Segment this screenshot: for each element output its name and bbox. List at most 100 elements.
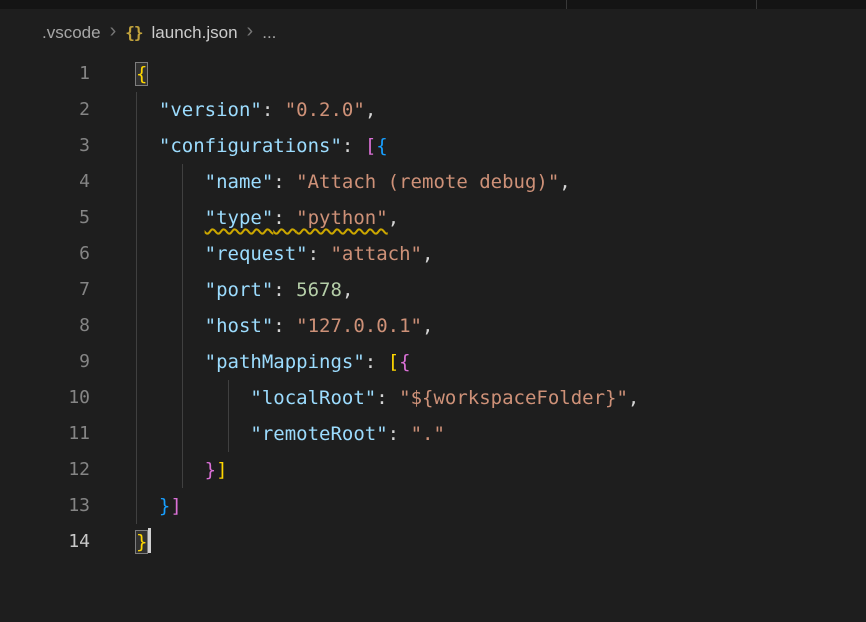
code-token <box>136 135 159 157</box>
code-token: "host" <box>205 315 274 337</box>
chevron-right-icon: › <box>247 21 254 44</box>
code-token: : <box>262 99 285 121</box>
code-token: , <box>388 207 399 229</box>
code-token: : <box>308 243 331 265</box>
chevron-right-icon: › <box>110 21 117 44</box>
code-token: "attach" <box>330 243 422 265</box>
code-editor[interactable]: 1{2 "version": "0.2.0",3 "configurations… <box>0 56 866 560</box>
line-number[interactable]: 5 <box>0 200 90 236</box>
code-line[interactable]: 7 "port": 5678, <box>0 272 866 308</box>
code-line[interactable]: 5 "type": "python", <box>0 200 866 236</box>
line-number[interactable]: 4 <box>0 164 90 200</box>
line-number[interactable]: 3 <box>0 128 90 164</box>
line-number[interactable]: 14 <box>0 524 90 560</box>
bracket-match: } <box>136 531 147 553</box>
code-token: , <box>628 387 639 409</box>
code-token <box>136 459 205 481</box>
code-line[interactable]: 4 "name": "Attach (remote debug)", <box>0 164 866 200</box>
code-line[interactable]: 12 }] <box>0 452 866 488</box>
line-number[interactable]: 9 <box>0 344 90 380</box>
code-token: , <box>422 315 433 337</box>
code-token: "0.2.0" <box>285 99 365 121</box>
code-text: "name": "Attach (remote debug)", <box>90 164 571 200</box>
code-token: "Attach (remote debug)" <box>296 171 559 193</box>
line-number[interactable]: 7 <box>0 272 90 308</box>
code-token: [ <box>388 351 399 373</box>
line-number[interactable]: 11 <box>0 416 90 452</box>
code-text: "request": "attach", <box>90 236 433 272</box>
code-token: ] <box>216 459 227 481</box>
json-braces-icon: {} <box>125 23 142 42</box>
code-text: { <box>90 56 147 92</box>
code-text: }] <box>90 452 228 488</box>
code-token <box>136 171 205 193</box>
code-token: "request" <box>205 243 308 265</box>
code-token: [ <box>365 135 376 157</box>
code-token <box>136 387 250 409</box>
code-token: "127.0.0.1" <box>296 315 422 337</box>
code-token: "name" <box>205 171 274 193</box>
line-number[interactable]: 1 <box>0 56 90 92</box>
tab-separator <box>566 0 567 9</box>
code-token <box>136 99 159 121</box>
code-line[interactable]: 8 "host": "127.0.0.1", <box>0 308 866 344</box>
code-text: "pathMappings": [{ <box>90 344 411 380</box>
code-token <box>136 351 205 373</box>
code-token <box>136 207 205 229</box>
line-number[interactable]: 13 <box>0 488 90 524</box>
code-lines: 1{2 "version": "0.2.0",3 "configurations… <box>0 56 866 560</box>
code-text: "host": "127.0.0.1", <box>90 308 433 344</box>
code-token: : <box>376 387 399 409</box>
code-token: : <box>388 423 411 445</box>
code-token: , <box>422 243 433 265</box>
tab-bar-strip <box>0 0 866 9</box>
code-token: "python" <box>296 207 388 229</box>
code-token: "version" <box>159 99 262 121</box>
code-token <box>136 315 205 337</box>
code-token: } <box>159 495 170 517</box>
code-token: : <box>273 279 296 301</box>
code-line[interactable]: 10 "localRoot": "${workspaceFolder}", <box>0 380 866 416</box>
code-token <box>136 495 159 517</box>
text-cursor <box>148 528 151 553</box>
code-token <box>136 279 205 301</box>
code-line[interactable]: 2 "version": "0.2.0", <box>0 92 866 128</box>
line-number[interactable]: 8 <box>0 308 90 344</box>
code-token: { <box>376 135 387 157</box>
breadcrumb-file[interactable]: launch.json <box>152 23 238 43</box>
code-text: "remoteRoot": "." <box>90 416 445 452</box>
breadcrumb: .vscode › {} launch.json › ... <box>0 9 866 56</box>
code-token: "pathMappings" <box>205 351 365 373</box>
code-line[interactable]: 3 "configurations": [{ <box>0 128 866 164</box>
code-token: : <box>365 351 388 373</box>
breadcrumb-symbol[interactable]: ... <box>262 23 276 43</box>
breadcrumb-folder[interactable]: .vscode <box>42 23 101 43</box>
code-token: } <box>205 459 216 481</box>
code-token: : <box>273 207 296 229</box>
code-token <box>136 423 250 445</box>
code-line[interactable]: 14} <box>0 524 866 560</box>
vscode-window: .vscode › {} launch.json › ... 1{2 "vers… <box>0 0 866 622</box>
line-number[interactable]: 12 <box>0 452 90 488</box>
code-line[interactable]: 13 }] <box>0 488 866 524</box>
line-number[interactable]: 2 <box>0 92 90 128</box>
code-text: "version": "0.2.0", <box>90 92 376 128</box>
code-token: , <box>365 99 376 121</box>
code-text: "type": "python", <box>90 200 399 236</box>
code-line[interactable]: 1{ <box>0 56 866 92</box>
code-token: "remoteRoot" <box>250 423 387 445</box>
code-token: "${workspaceFolder}" <box>399 387 628 409</box>
code-token: "port" <box>205 279 274 301</box>
code-token: { <box>399 351 410 373</box>
line-number[interactable]: 10 <box>0 380 90 416</box>
code-token: , <box>342 279 353 301</box>
code-line[interactable]: 11 "remoteRoot": "." <box>0 416 866 452</box>
code-line[interactable]: 9 "pathMappings": [{ <box>0 344 866 380</box>
code-token: : <box>342 135 365 157</box>
code-line[interactable]: 6 "request": "attach", <box>0 236 866 272</box>
code-text: "port": 5678, <box>90 272 353 308</box>
tab-separator <box>756 0 757 9</box>
line-number[interactable]: 6 <box>0 236 90 272</box>
code-token: : <box>273 171 296 193</box>
code-text: "localRoot": "${workspaceFolder}", <box>90 380 639 416</box>
